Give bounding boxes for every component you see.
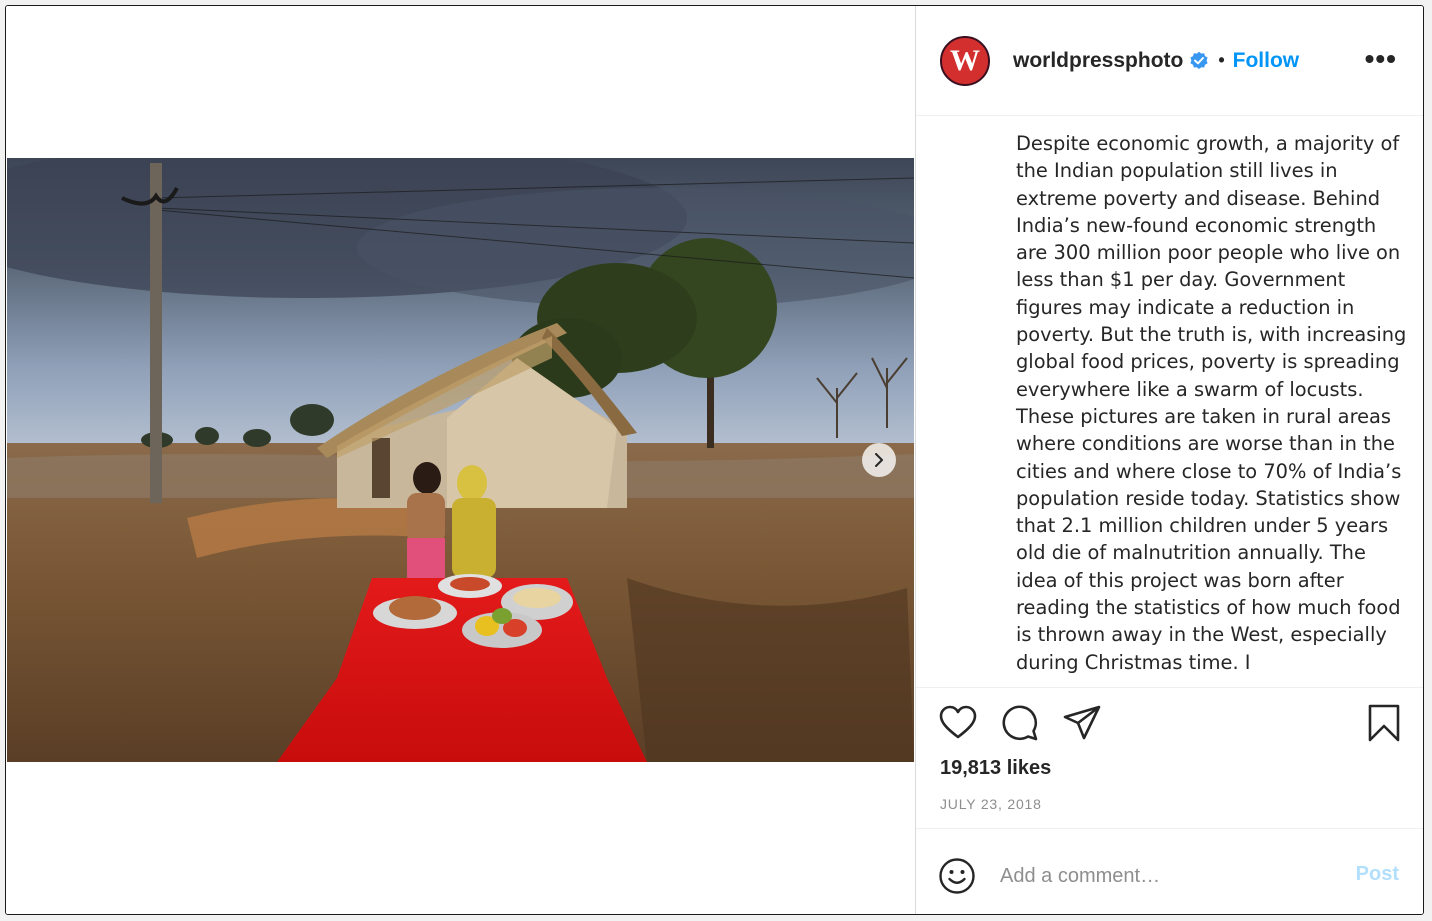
comment-input[interactable]: [1000, 859, 1330, 893]
verified-badge-icon: [1190, 51, 1208, 69]
avatar[interactable]: W: [940, 35, 990, 86]
post-header: W worldpressphoto • Follow •••: [916, 6, 1423, 116]
separator-dot: •: [1218, 50, 1225, 70]
next-photo-button[interactable]: [862, 443, 896, 477]
bookmark-icon[interactable]: [1364, 703, 1404, 743]
post-comment-button[interactable]: Post: [1356, 863, 1399, 886]
photo-illustration: [7, 158, 914, 762]
heart-icon[interactable]: [938, 703, 978, 743]
post-actions: [916, 688, 1423, 748]
post-photo: [7, 158, 914, 762]
post-date[interactable]: JULY 23, 2018: [940, 796, 1042, 812]
likes-count[interactable]: 19,813 likes: [940, 757, 1051, 780]
smiley-icon[interactable]: [938, 857, 976, 895]
username-link[interactable]: worldpressphoto: [1013, 49, 1183, 73]
post-caption: Despite economic growth, a majority of t…: [1016, 132, 1407, 674]
follow-button[interactable]: Follow: [1233, 49, 1300, 73]
post-side-panel: W worldpressphoto • Follow ••• Despite e…: [915, 6, 1423, 914]
caption-scroll-area[interactable]: Despite economic growth, a majority of t…: [916, 116, 1423, 688]
paper-plane-icon[interactable]: [1062, 703, 1102, 743]
comment-bar: Post: [916, 828, 1423, 914]
chevron-right-icon: [875, 453, 883, 467]
more-options-button[interactable]: •••: [1365, 45, 1397, 73]
comment-bubble-icon[interactable]: [1000, 703, 1040, 743]
avatar-letter: W: [950, 43, 980, 77]
post-media: [6, 6, 915, 914]
post-window: W worldpressphoto • Follow ••• Despite e…: [5, 5, 1424, 915]
